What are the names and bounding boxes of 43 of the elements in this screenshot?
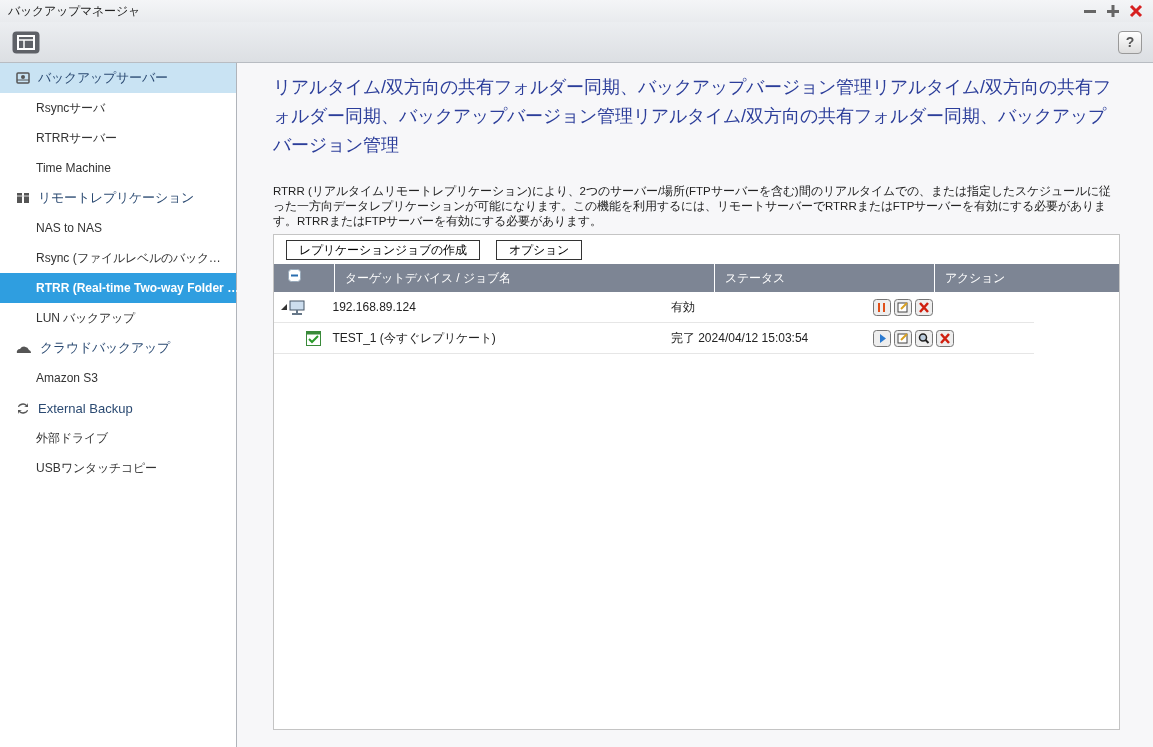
action-button[interactable]: オプション <box>496 240 582 260</box>
pause-icon[interactable] <box>873 298 892 316</box>
description-text: RTRR (リアルタイムリモートレプリケーション)により、2つのサーバー/場所(FTPサーバーを含む)間のリアルタイムでの、または指定したスケジュールに従った一方向データレプリケーションが可能になります。この機能を利用するには、リモートサーバーでRTRRまたはFTPサーバーを有効にする必要があります。RTRRまたはFTPサーバーを有効にする必要があります。 <box>273 184 1112 229</box>
sidebar-item[interactable]: External Backup <box>0 393 236 423</box>
window-title: バックアップマネージャ <box>8 2 140 20</box>
sidebar-item[interactable]: Time Machine <box>0 153 236 183</box>
sidebar-item[interactable]: 外部ドライブ <box>0 423 236 453</box>
computer-icon <box>289 299 305 315</box>
sync-icon <box>16 401 30 415</box>
sidebar-item[interactable]: バックアップサーバー <box>0 63 236 93</box>
drive-icon <box>16 72 30 84</box>
action-button[interactable]: レプリケーションジョブの作成 <box>286 240 480 260</box>
sidebar-item[interactable]: Amazon S3 <box>0 363 236 393</box>
checked-calendar-icon <box>306 330 321 346</box>
page-heading: リアルタイム/双方向の共有フォルダー同期、バックアップバージョン管理リアルタイム/双方向の共有フォルダー同期、バックアップバージョン管理リアルタイム/双方向の共有フォルダー同期、バックアップバージョン管理 <box>273 76 1112 157</box>
column-header: ステータス <box>715 264 935 292</box>
column-header: アクション <box>944 269 1006 287</box>
sidebar-item[interactable]: リモートレプリケーション <box>0 183 236 213</box>
table-cell-text: TEST_1 (今すぐレプリケート) <box>331 329 497 347</box>
help-button[interactable]: ? <box>1118 30 1142 54</box>
sidebar-item[interactable]: NAS to NAS <box>0 213 236 243</box>
collapse-all-icon[interactable] <box>288 269 301 282</box>
sidebar-item[interactable]: USBワンタッチコピー <box>0 453 236 483</box>
column-header: ターゲットデバイス / ジョブ名 <box>335 264 715 292</box>
sidebar-item[interactable]: LUN バックアップ <box>0 303 236 333</box>
expand-triangle-icon[interactable] <box>281 304 287 310</box>
edit-icon[interactable] <box>894 329 913 347</box>
sidebar-item[interactable]: RTRRサーバー <box>0 123 236 153</box>
magnifier-icon[interactable] <box>915 329 934 347</box>
servers-icon <box>16 192 30 204</box>
sidebar-item[interactable]: クラウドバックアップ <box>0 333 236 363</box>
table-cell-text: 完了 2024/04/12 15:03:54 <box>670 329 810 347</box>
close-icon[interactable] <box>1129 4 1143 18</box>
maximize-icon[interactable] <box>1106 4 1120 18</box>
delete-icon[interactable] <box>915 298 934 316</box>
play-icon[interactable] <box>873 329 892 347</box>
layout-icon[interactable] <box>12 30 40 54</box>
edit-icon[interactable] <box>894 298 913 316</box>
table-cell-text: 192.168.89.124 <box>331 299 417 316</box>
table-cell-text: 有効 <box>670 298 696 316</box>
delete-icon[interactable] <box>936 329 955 347</box>
sidebar-item[interactable]: Rsync (ファイルレベルのバック… <box>0 243 236 273</box>
sidebar-item[interactable]: Rsyncサーバ <box>0 93 236 123</box>
